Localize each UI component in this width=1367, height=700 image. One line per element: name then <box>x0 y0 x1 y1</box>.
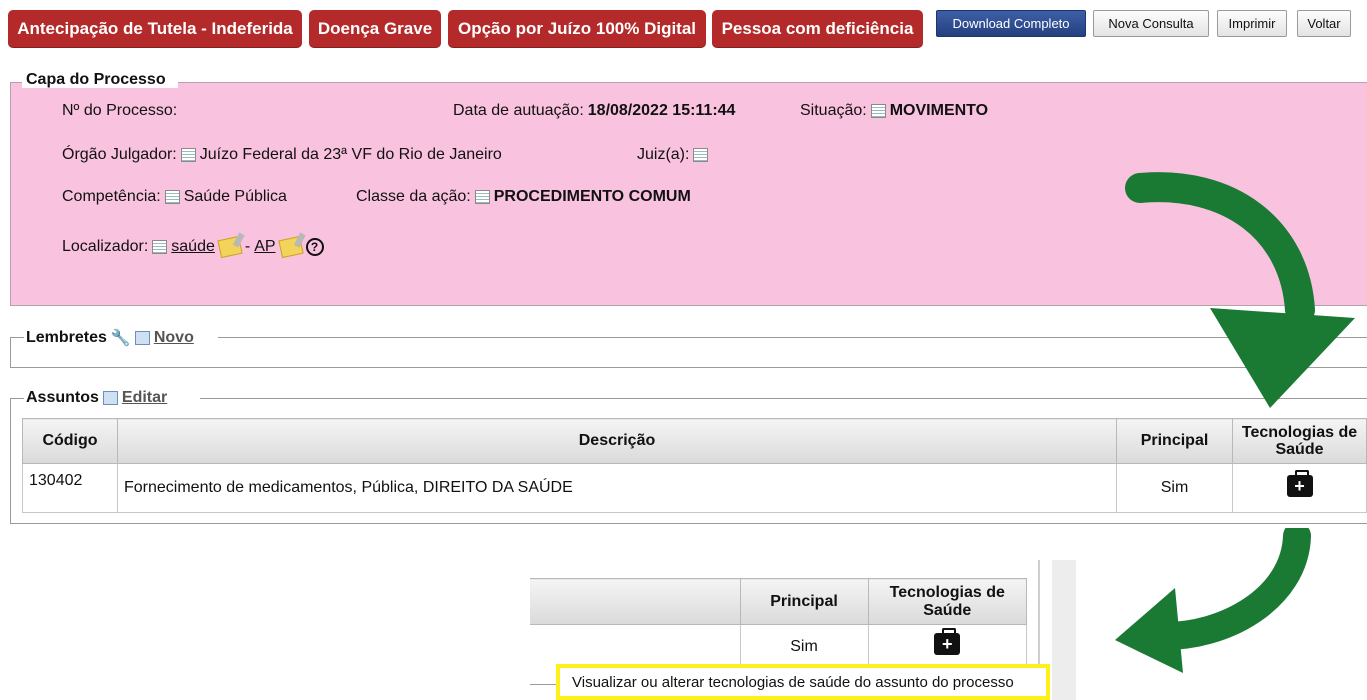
assuntos-legend: Assuntos Editar <box>26 389 167 407</box>
lembretes-border <box>10 337 11 368</box>
data-autuacao: Data de autuação: 18/08/2022 15:11:44 <box>453 102 735 120</box>
localizador: Localizador: saúde - AP ? <box>62 235 324 259</box>
numero-processo-label: Nº do Processo: <box>62 102 178 119</box>
juiz-label: Juiz(a): <box>637 146 690 163</box>
situacao-label: Situação: <box>800 102 867 119</box>
assuntos-border <box>10 398 24 399</box>
help-icon[interactable]: ? <box>305 238 324 256</box>
zoom-header-principal: Principal <box>739 578 869 625</box>
document-icon[interactable] <box>693 148 709 162</box>
assuntos-editar-link[interactable]: Editar <box>122 389 167 407</box>
badge-pessoa-deficiencia: Pessoa com deficiência <box>712 10 923 48</box>
zoom-cell-tecnologias <box>867 624 1027 669</box>
localizador-separator: - <box>244 238 251 255</box>
nova-consulta-button[interactable]: Nova Consulta <box>1093 10 1209 37</box>
lembretes-label: Lembretes <box>26 329 107 346</box>
lembretes-border <box>10 337 24 338</box>
classe-acao: Classe da ação: PROCEDIMENTO COMUM <box>356 188 691 206</box>
voltar-button[interactable]: Voltar <box>1297 10 1351 37</box>
assuntos-border <box>10 523 1367 524</box>
zoom-border <box>530 684 556 685</box>
imprimir-button[interactable]: Imprimir <box>1217 10 1287 37</box>
cell-codigo: 130402 <box>22 463 118 513</box>
table-row: 130402 Fornecimento de medicamentos, Púb… <box>22 463 1367 513</box>
zoom-cell-blank <box>530 625 740 669</box>
orgao-value: Juízo Federal da 23ª VF do Rio de Janeir… <box>199 146 502 163</box>
table-header-row: Código Descrição Principal Tecnologias d… <box>22 418 1367 464</box>
document-icon[interactable] <box>164 190 180 204</box>
edit-note-icon[interactable] <box>217 235 243 259</box>
data-autuacao-label: Data de autuação: <box>453 102 584 119</box>
green-arrow-down-icon <box>1125 172 1355 408</box>
header-descricao: Descrição <box>117 418 1117 464</box>
assuntos-border <box>10 398 11 524</box>
classe-label: Classe da ação: <box>356 188 471 205</box>
zoom-cell-principal: Sim <box>739 624 869 669</box>
orgao-julgador: Órgão Julgador: Juízo Federal da 23ª VF … <box>62 146 502 164</box>
assuntos-table: Código Descrição Principal Tecnologias d… <box>22 418 1367 513</box>
capa-processo-legend: Capa do Processo <box>26 71 166 88</box>
badge-doenca-grave: Doença Grave <box>309 10 441 48</box>
badge-antecipacao: Antecipação de Tutela - Indeferida <box>8 10 302 48</box>
localizador-ap-link[interactable]: AP <box>254 238 275 256</box>
download-completo-button[interactable]: Download Completo <box>936 10 1086 37</box>
zoom-header-tecnologias: Tecnologias de Saúde <box>867 578 1027 625</box>
cell-descricao: Fornecimento de medicamentos, Pública, D… <box>117 463 1117 513</box>
edit-image-icon[interactable] <box>102 391 118 405</box>
document-icon[interactable] <box>152 240 168 254</box>
competencia-label: Competência: <box>62 188 161 205</box>
badge-juizo-digital: Opção por Juízo 100% Digital <box>448 10 706 48</box>
document-icon[interactable] <box>870 104 886 118</box>
localizador-label: Localizador: <box>62 238 149 255</box>
juiz: Juiz(a): <box>637 146 709 164</box>
classe-value: PROCEDIMENTO COMUM <box>493 188 691 205</box>
cell-tecnologias <box>1232 463 1367 513</box>
tecnologias-tooltip: Visualizar ou alterar tecnologias de saú… <box>556 664 1050 700</box>
lembretes-legend: Lembretes 🔧 Novo <box>26 328 194 348</box>
zoom-scrollbar <box>1052 560 1076 700</box>
orgao-label: Órgão Julgador: <box>62 146 177 163</box>
competencia-value: Saúde Pública <box>183 188 287 205</box>
wrench-icon[interactable]: 🔧 <box>111 328 131 348</box>
zoom-header-blank <box>530 578 741 625</box>
document-icon[interactable] <box>180 148 196 162</box>
lembretes-novo-link[interactable]: Novo <box>154 329 194 347</box>
assuntos-label: Assuntos <box>26 389 99 406</box>
cell-principal: Sim <box>1116 463 1233 513</box>
document-icon[interactable] <box>474 190 490 204</box>
green-arrow-left-icon <box>1115 528 1311 673</box>
edit-note-icon[interactable] <box>277 235 304 259</box>
medkit-icon[interactable] <box>1286 469 1313 497</box>
localizador-saude-link[interactable]: saúde <box>171 238 215 256</box>
new-note-icon[interactable] <box>134 331 150 345</box>
situacao: Situação: MOVIMENTO <box>800 102 988 120</box>
situacao-value: MOVIMENTO <box>889 102 989 119</box>
header-codigo: Código <box>22 418 118 464</box>
zoom-table: Principal Tecnologias de Saúde Sim <box>530 578 1027 669</box>
header-tecnologias: Tecnologias de Saúde <box>1232 418 1367 464</box>
zoom-header-row: Principal Tecnologias de Saúde <box>530 578 1027 625</box>
zoom-row: Sim <box>530 624 1027 669</box>
data-autuacao-value: 18/08/2022 15:11:44 <box>587 102 736 119</box>
medkit-icon[interactable] <box>934 628 961 655</box>
header-principal: Principal <box>1116 418 1233 464</box>
competencia: Competência: Saúde Pública <box>62 188 287 206</box>
